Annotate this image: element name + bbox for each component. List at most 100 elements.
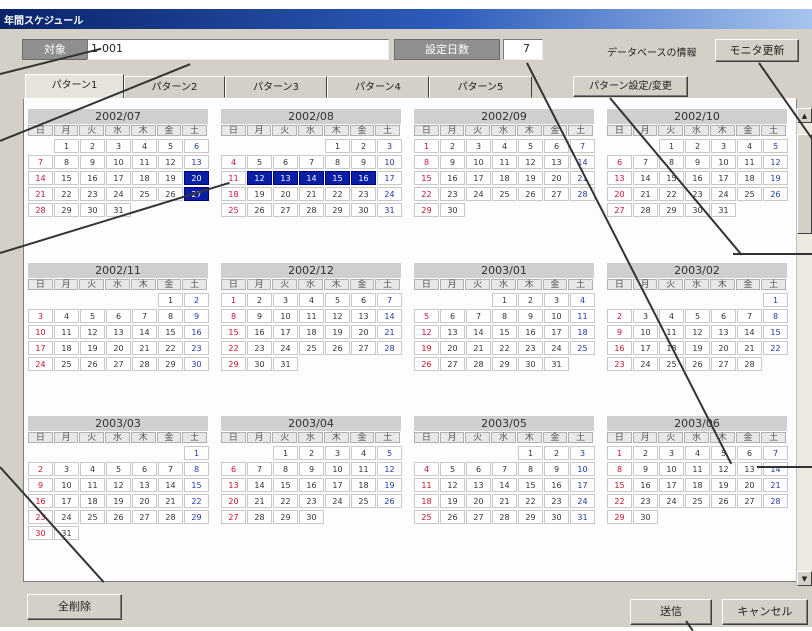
day-cell[interactable]: 28 — [28, 203, 53, 217]
day-cell[interactable]: 13 — [607, 171, 632, 185]
day-cell[interactable]: 27 — [466, 510, 491, 524]
day-cell[interactable]: 30 — [544, 510, 569, 524]
day-cell[interactable]: 9 — [544, 462, 569, 476]
day-cell[interactable]: 2 — [247, 293, 272, 307]
day-cell[interactable]: 14 — [132, 325, 157, 339]
day-cell[interactable]: 23 — [440, 187, 465, 201]
day-cell[interactable]: 8 — [54, 155, 79, 169]
day-cell[interactable]: 4 — [685, 446, 710, 460]
day-cell[interactable]: 27 — [132, 510, 157, 524]
day-cell[interactable]: 4 — [299, 293, 324, 307]
day-cell[interactable]: 23 — [184, 341, 209, 355]
day-cell[interactable]: 28 — [492, 510, 517, 524]
day-cell[interactable]: 15 — [518, 478, 543, 492]
day-cell[interactable]: 5 — [440, 462, 465, 476]
day-cell[interactable]: 13 — [711, 325, 736, 339]
day-cell[interactable]: 12 — [518, 155, 543, 169]
day-cell[interactable]: 17 — [377, 171, 402, 185]
day-cell[interactable]: 3 — [544, 293, 569, 307]
day-cell[interactable]: 10 — [325, 462, 350, 476]
day-cell[interactable]: 22 — [158, 341, 183, 355]
tab-pattern-3[interactable]: パターン3 — [225, 76, 327, 98]
day-cell[interactable]: 7 — [377, 293, 402, 307]
day-cell[interactable]: 17 — [570, 478, 595, 492]
day-cell[interactable]: 10 — [54, 478, 79, 492]
day-cell[interactable]: 18 — [414, 494, 439, 508]
day-cell[interactable]: 1 — [184, 446, 209, 460]
day-cell[interactable]: 15 — [273, 478, 298, 492]
day-cell[interactable]: 13 — [737, 462, 762, 476]
day-cell[interactable]: 4 — [492, 139, 517, 153]
day-cell[interactable]: 12 — [106, 478, 131, 492]
day-cell[interactable]: 23 — [299, 494, 324, 508]
day-cell[interactable]: 13 — [132, 478, 157, 492]
pattern-setting-button[interactable]: パターン設定/変更 — [573, 76, 688, 97]
day-cell[interactable]: 8 — [158, 309, 183, 323]
day-cell[interactable]: 30 — [184, 357, 209, 371]
day-cell[interactable]: 6 — [221, 462, 246, 476]
target-field[interactable]: 1-001 — [87, 39, 389, 60]
day-cell[interactable]: 16 — [685, 171, 710, 185]
day-cell[interactable]: 15 — [54, 171, 79, 185]
day-cell[interactable]: 10 — [377, 155, 402, 169]
day-cell[interactable]: 19 — [247, 187, 272, 201]
day-cell[interactable]: 4 — [54, 309, 79, 323]
day-cell[interactable]: 25 — [492, 187, 517, 201]
day-cell[interactable]: 4 — [351, 446, 376, 460]
day-cell[interactable]: 10 — [273, 309, 298, 323]
day-cell[interactable]: 15 — [414, 171, 439, 185]
day-cell[interactable]: 24 — [466, 187, 491, 201]
day-cell[interactable]: 5 — [158, 139, 183, 153]
day-cell[interactable]: 10 — [711, 155, 736, 169]
day-cell[interactable]: 18 — [685, 478, 710, 492]
day-cell[interactable]: 10 — [466, 155, 491, 169]
day-cell[interactable]: 26 — [685, 357, 710, 371]
day-cell[interactable]: 20 — [132, 494, 157, 508]
day-cell[interactable]: 23 — [80, 187, 105, 201]
day-cell[interactable]: 9 — [28, 478, 53, 492]
day-cell[interactable]: 22 — [492, 341, 517, 355]
day-cell[interactable]: 3 — [273, 293, 298, 307]
day-cell[interactable]: 8 — [184, 462, 209, 476]
day-cell[interactable]: 7 — [570, 139, 595, 153]
day-cell[interactable]: 26 — [518, 187, 543, 201]
day-cell[interactable]: 22 — [607, 494, 632, 508]
day-cell[interactable]: 16 — [351, 171, 376, 185]
day-cell[interactable]: 25 — [414, 510, 439, 524]
day-cell[interactable]: 27 — [440, 357, 465, 371]
day-cell[interactable]: 3 — [106, 139, 131, 153]
day-cell[interactable]: 12 — [247, 171, 272, 185]
day-cell[interactable]: 6 — [711, 309, 736, 323]
day-cell[interactable]: 9 — [299, 462, 324, 476]
day-cell[interactable]: 20 — [607, 187, 632, 201]
day-cell[interactable]: 24 — [325, 494, 350, 508]
day-cell[interactable]: 25 — [54, 357, 79, 371]
day-cell[interactable]: 13 — [184, 155, 209, 169]
day-cell[interactable]: 10 — [544, 309, 569, 323]
day-cell[interactable]: 2 — [351, 139, 376, 153]
day-cell[interactable]: 9 — [518, 309, 543, 323]
day-cell[interactable]: 24 — [106, 187, 131, 201]
day-cell[interactable]: 13 — [440, 325, 465, 339]
day-cell[interactable]: 27 — [273, 203, 298, 217]
day-cell[interactable]: 5 — [763, 139, 788, 153]
day-cell[interactable]: 30 — [440, 203, 465, 217]
day-cell[interactable]: 24 — [54, 510, 79, 524]
day-cell[interactable]: 11 — [299, 309, 324, 323]
day-cell[interactable]: 2 — [607, 309, 632, 323]
day-cell[interactable]: 6 — [132, 462, 157, 476]
day-cell[interactable]: 20 — [184, 171, 209, 185]
day-cell[interactable]: 6 — [737, 446, 762, 460]
day-cell[interactable]: 11 — [737, 155, 762, 169]
day-cell[interactable]: 7 — [492, 462, 517, 476]
day-cell[interactable]: 9 — [440, 155, 465, 169]
day-cell[interactable]: 7 — [737, 309, 762, 323]
day-cell[interactable]: 26 — [80, 357, 105, 371]
day-cell[interactable]: 19 — [414, 341, 439, 355]
vertical-scrollbar[interactable]: ▲ ▼ — [796, 108, 812, 586]
tab-pattern-4[interactable]: パターン4 — [327, 76, 429, 98]
day-cell[interactable]: 14 — [299, 171, 324, 185]
day-cell[interactable]: 24 — [570, 494, 595, 508]
cancel-button[interactable]: キャンセル — [722, 599, 808, 625]
day-cell[interactable]: 26 — [377, 494, 402, 508]
